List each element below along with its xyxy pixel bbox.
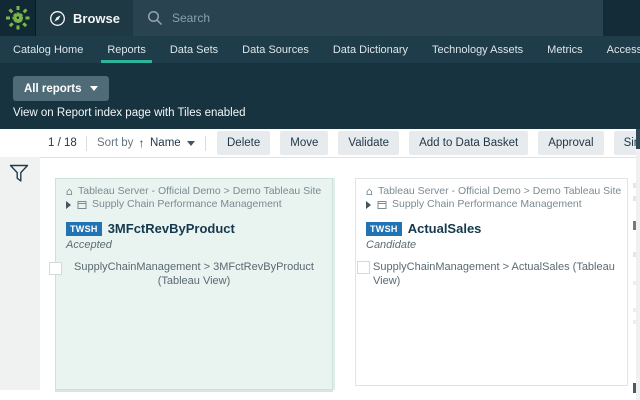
card-select-checkbox[interactable] [49, 262, 62, 275]
global-search[interactable] [133, 0, 603, 36]
sort-field-label: Name [150, 137, 181, 149]
nav-item-metrics[interactable]: Metrics [547, 36, 582, 63]
chevron-down-icon [186, 140, 195, 146]
card-title[interactable]: ActualSales [408, 221, 482, 236]
validate-button[interactable]: Validate [338, 131, 400, 155]
results-toolbar: 1 / 18 Sort by ↑ Name Delete Move Valida… [0, 129, 640, 157]
card-source-row: ⌂ Tableau Server - Official Demo > Demo … [366, 185, 621, 198]
search-icon [147, 10, 163, 26]
card-source-row: ⌂ Tableau Server - Official Demo > Demo … [66, 185, 322, 198]
report-card-3mfctrevbyproduct[interactable]: ⌂ Tableau Server - Official Demo > Demo … [49, 178, 333, 390]
nav-item-technology-assets[interactable]: Technology Assets [432, 36, 523, 63]
workbook-icon [377, 200, 387, 210]
toolbar-separator [86, 136, 87, 151]
status-badge: Candidate [366, 239, 417, 251]
browse-button[interactable]: Browse [36, 0, 133, 36]
hero-caption: View on Report index page with Tiles ena… [13, 107, 246, 119]
expand-caret-icon[interactable] [366, 200, 371, 209]
toolbar-divider [40, 157, 640, 158]
card-path[interactable]: SupplyChainManagement > ActualSales (Tab… [373, 261, 617, 288]
scrollbar-track[interactable] [636, 129, 640, 400]
search-input[interactable] [172, 11, 552, 25]
card-source-path[interactable]: Tableau Server - Official Demo > Demo Ta… [78, 185, 321, 198]
card-title-row: TWSH ActualSales [366, 221, 617, 236]
catalog-nav: Catalog Home Reports Data Sets Data Sour… [0, 36, 640, 63]
card-folder-row: Supply Chain Performance Management [66, 198, 322, 211]
nav-item-access-requests[interactable]: Access Requests [607, 36, 640, 63]
object-type-badge: TWSH [366, 221, 402, 236]
card-select-checkbox[interactable] [357, 261, 370, 274]
move-button[interactable]: Move [280, 131, 329, 155]
reports-hero-section: All reports View on Report index page wi… [0, 63, 640, 129]
card-source-path[interactable]: Tableau Server - Official Demo > Demo Ta… [378, 185, 621, 198]
all-reports-label: All reports [24, 82, 82, 95]
scrollbar-thumb[interactable] [636, 129, 640, 149]
filter-funnel-icon[interactable] [9, 164, 29, 183]
chevron-down-icon [89, 86, 98, 91]
object-type-badge: TWSH [66, 221, 102, 236]
toolbar-separator [205, 136, 206, 151]
delete-button[interactable]: Delete [217, 131, 271, 155]
app-logo[interactable] [0, 0, 36, 36]
card-path[interactable]: SupplyChainManagement > 3MFctRevByProduc… [74, 261, 314, 287]
card-folder-row: Supply Chain Performance Management [366, 198, 617, 211]
nav-item-catalog-home[interactable]: Catalog Home [13, 36, 83, 63]
filter-rail [0, 157, 40, 390]
all-reports-dropdown[interactable]: All reports [13, 76, 109, 101]
approval-button[interactable]: Approval [538, 131, 604, 155]
nav-item-data-sets[interactable]: Data Sets [170, 36, 218, 63]
nav-item-data-sources[interactable]: Data Sources [242, 36, 309, 63]
card-folder-name[interactable]: Supply Chain Performance Management [92, 198, 282, 211]
card-path-row: SupplyChainManagement > 3MFctRevByProduc… [49, 261, 322, 288]
alation-logo-icon [5, 5, 31, 31]
add-to-data-basket-button[interactable]: Add to Data Basket [409, 131, 529, 155]
workbook-icon [77, 200, 87, 210]
bulk-action-buttons: Delete Move Validate Add to Data Basket … [217, 131, 640, 155]
sort-field-dropdown[interactable]: Name [150, 137, 195, 149]
sort-by-control[interactable]: Sort by ↑ [97, 136, 144, 150]
expand-caret-icon[interactable] [66, 200, 71, 209]
status-badge: Accepted [66, 239, 112, 251]
card-title-row: TWSH 3MFctRevByProduct [66, 221, 322, 236]
sort-ascending-icon[interactable]: ↑ [138, 136, 144, 150]
card-folder-name[interactable]: Supply Chain Performance Management [392, 198, 582, 211]
nav-item-data-dictionary[interactable]: Data Dictionary [333, 36, 408, 63]
card-path-row: SupplyChainManagement > ActualSales (Tab… [357, 261, 617, 288]
data-source-icon: ⌂ [66, 185, 73, 198]
card-title[interactable]: 3MFctRevByProduct [108, 221, 235, 236]
browse-label: Browse [73, 10, 120, 26]
page-indicator: 1 / 18 [48, 137, 77, 149]
report-card-actualsales[interactable]: ⌂ Tableau Server - Official Demo > Demo … [355, 178, 628, 386]
data-source-icon: ⌂ [366, 185, 373, 198]
top-bar: Browse [0, 0, 640, 36]
nav-item-reports[interactable]: Reports [101, 36, 152, 63]
sort-by-label: Sort by [97, 137, 134, 149]
compass-icon [49, 10, 66, 27]
